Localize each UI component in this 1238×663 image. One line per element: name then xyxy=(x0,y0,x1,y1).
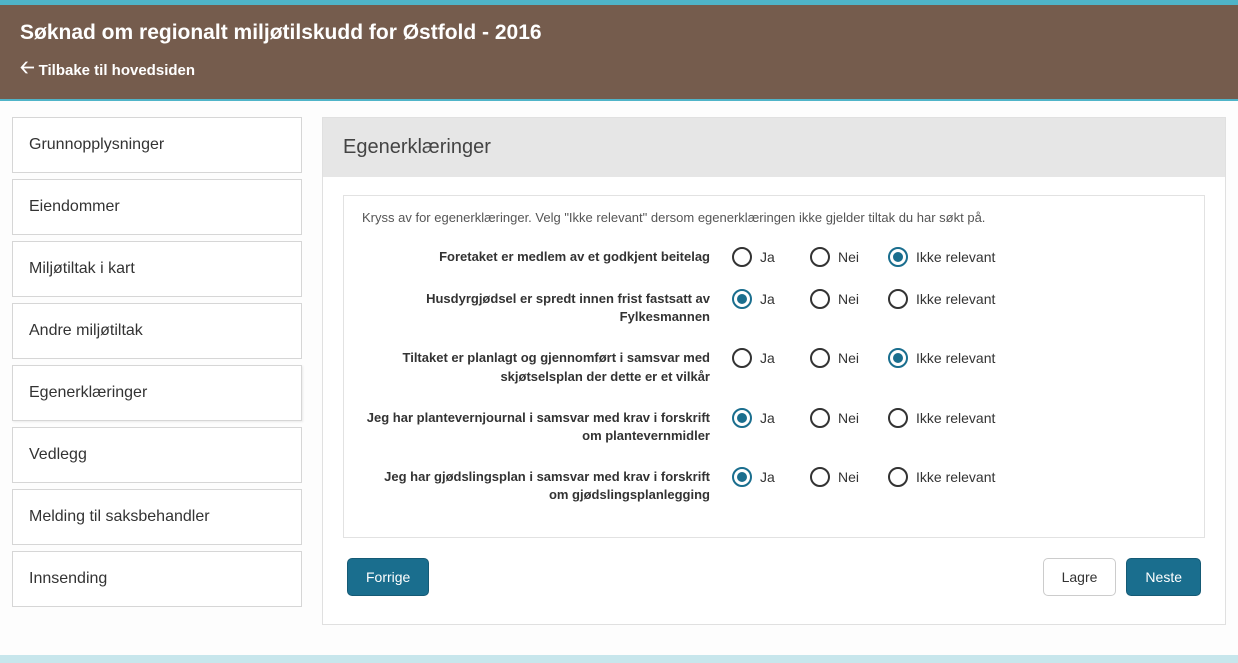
save-button[interactable]: Lagre xyxy=(1043,558,1117,596)
page-header: Søknad om regionalt miljøtilskudd for Øs… xyxy=(0,5,1238,101)
radio-label: Ikke relevant xyxy=(916,350,995,366)
info-box: Kryss av for egenerklæringer. Velg "Ikke… xyxy=(343,195,1205,538)
radio-icon xyxy=(810,348,830,368)
main-body: Kryss av for egenerklæringer. Velg "Ikke… xyxy=(323,177,1225,624)
back-link[interactable]: 🡠 Tilbake til hovedsiden xyxy=(20,55,195,85)
sidebar-item-label: Egenerklæringer xyxy=(29,384,147,401)
radio-icon xyxy=(732,247,752,267)
sidebar-item-label: Eiendommer xyxy=(29,198,120,215)
radio-icon xyxy=(888,289,908,309)
question-options: Ja Nei Ikke relevant xyxy=(732,467,1008,487)
section-title: Egenerklæringer xyxy=(323,118,1225,177)
question-options: Ja Nei Ikke relevant xyxy=(732,247,1008,267)
radio-label: Ja xyxy=(760,350,775,366)
radio-option-ikke-relevant[interactable]: Ikke relevant xyxy=(888,348,1008,368)
next-button[interactable]: Neste xyxy=(1126,558,1201,596)
radio-label: Nei xyxy=(838,249,859,265)
radio-label: Ikke relevant xyxy=(916,291,995,307)
prev-button[interactable]: Forrige xyxy=(347,558,429,596)
radio-icon xyxy=(732,467,752,487)
question-label: Foretaket er medlem av et godkjent beite… xyxy=(362,247,732,266)
question-label: Jeg har gjødslingsplan i samsvar med kra… xyxy=(362,467,732,504)
question-row: Jeg har gjødslingsplan i samsvar med kra… xyxy=(362,467,1186,504)
radio-label: Ikke relevant xyxy=(916,249,995,265)
page-title: Søknad om regionalt miljøtilskudd for Øs… xyxy=(20,21,1218,45)
radio-icon xyxy=(810,467,830,487)
question-label: Husdyrgjødsel er spredt innen frist fast… xyxy=(362,289,732,326)
radio-label: Ja xyxy=(760,249,775,265)
radio-option-nei[interactable]: Nei xyxy=(810,467,872,487)
radio-icon xyxy=(888,348,908,368)
sidebar-item-label: Grunnopplysninger xyxy=(29,136,164,153)
radio-label: Ja xyxy=(760,410,775,426)
question-row: Foretaket er medlem av et godkjent beite… xyxy=(362,247,1186,267)
question-row: Tiltaket er planlagt og gjennomført i sa… xyxy=(362,348,1186,385)
sidebar-item-label: Vedlegg xyxy=(29,446,87,463)
radio-option-ikke-relevant[interactable]: Ikke relevant xyxy=(888,408,1008,428)
radio-option-ja[interactable]: Ja xyxy=(732,348,794,368)
sidebar-item-label: Innsending xyxy=(29,570,107,587)
question-row: Husdyrgjødsel er spredt innen frist fast… xyxy=(362,289,1186,326)
radio-icon xyxy=(810,247,830,267)
radio-option-ikke-relevant[interactable]: Ikke relevant xyxy=(888,247,1008,267)
radio-icon xyxy=(888,467,908,487)
radio-option-ja[interactable]: Ja xyxy=(732,289,794,309)
question-label: Tiltaket er planlagt og gjennomført i sa… xyxy=(362,348,732,385)
radio-option-ja[interactable]: Ja xyxy=(732,247,794,267)
radio-label: Nei xyxy=(838,469,859,485)
radio-icon xyxy=(732,348,752,368)
sidebar-item-andre-miljotiltak[interactable]: Andre miljøtiltak xyxy=(12,303,302,359)
sidebar-item-grunnopplysninger[interactable]: Grunnopplysninger xyxy=(12,117,302,173)
radio-icon xyxy=(810,289,830,309)
sidebar-item-label: Miljøtiltak i kart xyxy=(29,260,135,277)
radio-label: Ja xyxy=(760,291,775,307)
radio-option-ja[interactable]: Ja xyxy=(732,467,794,487)
info-text: Kryss av for egenerklæringer. Velg "Ikke… xyxy=(362,210,1186,225)
question-label: Jeg har plantevernjournal i samsvar med … xyxy=(362,408,732,445)
footer-actions: Forrige Lagre Neste xyxy=(343,538,1205,600)
footer-right: Lagre Neste xyxy=(1043,558,1201,596)
radio-icon xyxy=(732,408,752,428)
radio-option-ikke-relevant[interactable]: Ikke relevant xyxy=(888,467,1008,487)
question-options: Ja Nei Ikke relevant xyxy=(732,348,1008,368)
radio-option-nei[interactable]: Nei xyxy=(810,247,872,267)
sidebar: Grunnopplysninger Eiendommer Miljøtiltak… xyxy=(12,117,302,613)
radio-label: Nei xyxy=(838,350,859,366)
radio-icon xyxy=(888,247,908,267)
radio-option-ikke-relevant[interactable]: Ikke relevant xyxy=(888,289,1008,309)
question-options: Ja Nei Ikke relevant xyxy=(732,408,1008,428)
sidebar-item-miljotiltak-kart[interactable]: Miljøtiltak i kart xyxy=(12,241,302,297)
sidebar-item-eiendommer[interactable]: Eiendommer xyxy=(12,179,302,235)
sidebar-item-egenerklaeringer[interactable]: Egenerklæringer xyxy=(12,365,302,421)
bottom-accent-bar xyxy=(0,655,1238,663)
sidebar-item-melding[interactable]: Melding til saksbehandler xyxy=(12,489,302,545)
sidebar-item-label: Andre miljøtiltak xyxy=(29,322,143,339)
sidebar-item-vedlegg[interactable]: Vedlegg xyxy=(12,427,302,483)
question-options: Ja Nei Ikke relevant xyxy=(732,289,1008,309)
question-row: Jeg har plantevernjournal i samsvar med … xyxy=(362,408,1186,445)
main-panel: Egenerklæringer Kryss av for egenerklæri… xyxy=(322,117,1226,625)
radio-label: Ja xyxy=(760,469,775,485)
radio-icon xyxy=(810,408,830,428)
radio-label: Ikke relevant xyxy=(916,469,995,485)
radio-option-nei[interactable]: Nei xyxy=(810,408,872,428)
radio-label: Ikke relevant xyxy=(916,410,995,426)
radio-option-nei[interactable]: Nei xyxy=(810,348,872,368)
radio-option-nei[interactable]: Nei xyxy=(810,289,872,309)
sidebar-item-label: Melding til saksbehandler xyxy=(29,508,210,525)
arrow-left-icon: 🡠 xyxy=(20,55,35,85)
radio-icon xyxy=(888,408,908,428)
sidebar-item-innsending[interactable]: Innsending xyxy=(12,551,302,607)
back-link-label: Tilbake til hovedsiden xyxy=(39,62,195,79)
main-layout: Grunnopplysninger Eiendommer Miljøtiltak… xyxy=(0,101,1238,645)
radio-icon xyxy=(732,289,752,309)
radio-label: Nei xyxy=(838,291,859,307)
radio-option-ja[interactable]: Ja xyxy=(732,408,794,428)
radio-label: Nei xyxy=(838,410,859,426)
